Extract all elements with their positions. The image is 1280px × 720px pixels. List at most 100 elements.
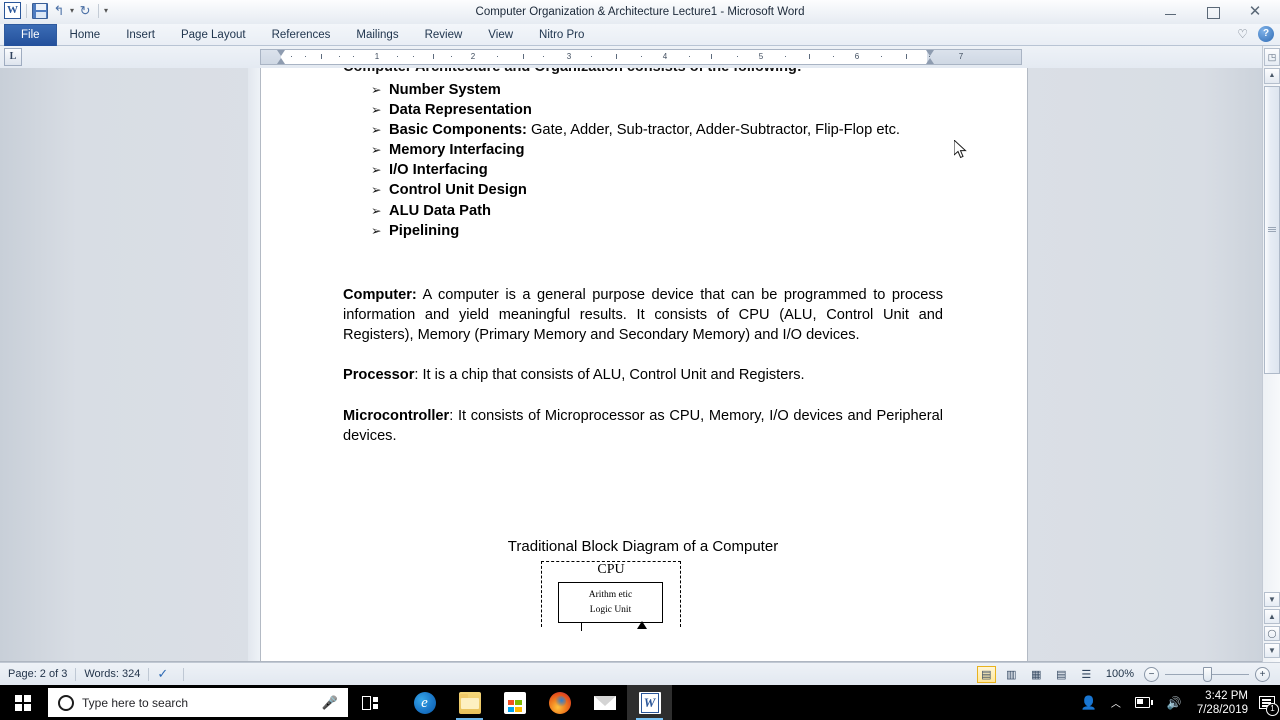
ruler-mark-4: 4 bbox=[662, 52, 668, 61]
taskbar-search[interactable]: Type here to search 🎤 bbox=[48, 688, 348, 717]
tab-file[interactable]: File bbox=[4, 24, 57, 46]
scrollbar-thumb[interactable] bbox=[1264, 86, 1280, 374]
tab-stop-selector[interactable]: L bbox=[4, 48, 22, 66]
ruler-mark-1: 1 bbox=[374, 52, 380, 61]
maximize-button[interactable] bbox=[1202, 3, 1224, 21]
alu-box: Arithm etic Logic Unit bbox=[558, 581, 663, 623]
taskbar-app-mail[interactable] bbox=[582, 685, 627, 720]
view-draft-button[interactable]: ☰ bbox=[1077, 666, 1096, 683]
ruler-area: L 1 2 3 4 5 6 7 bbox=[0, 46, 1280, 68]
tab-insert[interactable]: Insert bbox=[113, 24, 168, 46]
scrollbar-bottom-buttons: ▼ ▲ ◯ ▼ bbox=[1264, 592, 1280, 660]
next-page-button[interactable]: ▼ bbox=[1264, 643, 1280, 658]
ribbon-right-controls: ♡ ? bbox=[1237, 26, 1274, 42]
list-item-label: Memory Interfacing bbox=[389, 142, 525, 159]
select-browse-object-button[interactable]: ◯ bbox=[1264, 626, 1280, 641]
horizontal-ruler[interactable]: 1 2 3 4 5 6 7 bbox=[260, 49, 1022, 65]
vertical-scrollbar[interactable]: ◳ ▲ ▼ ▲ ◯ ▼ bbox=[1262, 46, 1280, 662]
word-count[interactable]: Words: 324 bbox=[76, 663, 148, 686]
list-item: ➢ Memory Interfacing bbox=[343, 140, 943, 160]
window-title: Computer Organization & Architecture Lec… bbox=[475, 6, 805, 18]
list-item-label: I/O Interfacing bbox=[389, 162, 488, 179]
term-computer: Computer: bbox=[343, 286, 417, 303]
document-page[interactable]: Computer Architecture and Organization c… bbox=[260, 68, 1028, 662]
help-icon[interactable]: ? bbox=[1258, 26, 1274, 42]
bullet-arrow-icon: ➢ bbox=[371, 222, 382, 238]
alu-connector-arrow bbox=[637, 620, 647, 629]
zoom-out-button[interactable]: − bbox=[1144, 666, 1159, 682]
screen: W ↰ ▾ ↻ ▾ Computer Organization & Archit… bbox=[0, 0, 1280, 720]
alu-line-2: Logic Unit bbox=[589, 604, 632, 615]
clock[interactable]: 3:42 PM 7/28/2019 bbox=[1189, 685, 1256, 720]
paragraph-processor: Processor: It is a chip that consists of… bbox=[343, 365, 943, 385]
left-indent-marker[interactable] bbox=[277, 50, 286, 64]
proofing-errors-icon[interactable]: ✓ bbox=[157, 666, 175, 682]
zoom-slider-handle[interactable] bbox=[1203, 666, 1212, 682]
page-indicator[interactable]: Page: 2 of 3 bbox=[0, 663, 75, 686]
taskbar-app-store[interactable] bbox=[492, 685, 537, 720]
cpu-label: CPU bbox=[597, 561, 625, 577]
microphone-icon[interactable]: 🎤 bbox=[322, 695, 338, 711]
clipped-heading: Computer Architecture and Organization c… bbox=[343, 68, 943, 78]
list-item-label: Pipelining bbox=[389, 222, 460, 239]
list-item-label: Control Unit Design bbox=[389, 182, 527, 199]
minimize-button[interactable] bbox=[1160, 3, 1182, 21]
clock-date: 7/28/2019 bbox=[1196, 703, 1248, 716]
bullet-arrow-icon: ➢ bbox=[371, 122, 382, 138]
battery-icon[interactable] bbox=[1128, 685, 1160, 720]
view-outline-button[interactable]: ▤ bbox=[1052, 666, 1071, 683]
select-browse-object-icon[interactable]: ◳ bbox=[1264, 48, 1280, 66]
ruler-mark-2: 2 bbox=[470, 52, 476, 61]
right-indent-marker[interactable] bbox=[926, 50, 935, 64]
taskbar-app-edge[interactable]: e bbox=[402, 685, 447, 720]
view-web-layout-button[interactable]: ▦ bbox=[1027, 666, 1046, 683]
chevron-up-icon[interactable]: ︿ bbox=[1104, 685, 1128, 720]
clock-time: 3:42 PM bbox=[1205, 689, 1248, 702]
tab-review[interactable]: Review bbox=[412, 24, 476, 46]
list-item-detail: Gate, Adder, Sub-tractor, Adder-Subtract… bbox=[526, 122, 901, 139]
taskbar-app-firefox[interactable] bbox=[537, 685, 582, 720]
block-diagram: CPU Arithm etic Logic Unit bbox=[343, 560, 943, 631]
notification-center-button[interactable]: 1 bbox=[1256, 685, 1279, 720]
tab-references[interactable]: References bbox=[259, 24, 344, 46]
windows-logo-icon bbox=[15, 694, 31, 711]
bullet-arrow-icon: ➢ bbox=[371, 82, 382, 97]
close-button[interactable]: ✕ bbox=[1244, 3, 1266, 21]
scroll-down-button[interactable]: ▼ bbox=[1264, 592, 1280, 607]
zoom-level[interactable]: 100% bbox=[1102, 668, 1138, 680]
firefox-icon bbox=[548, 692, 571, 714]
tab-mailings[interactable]: Mailings bbox=[343, 24, 411, 46]
bullet-arrow-icon: ➢ bbox=[371, 182, 382, 198]
task-view-icon bbox=[361, 695, 379, 710]
taskbar-app-word[interactable]: W bbox=[627, 685, 672, 720]
previous-page-button[interactable]: ▲ bbox=[1264, 609, 1280, 624]
people-icon[interactable]: 👤 bbox=[1074, 685, 1104, 720]
zoom-slider[interactable] bbox=[1165, 666, 1249, 682]
tab-nitro-pro[interactable]: Nitro Pro bbox=[526, 24, 597, 46]
tab-page-layout[interactable]: Page Layout bbox=[168, 24, 259, 46]
heart-icon[interactable]: ♡ bbox=[1237, 27, 1248, 41]
bullet-arrow-icon: ➢ bbox=[371, 142, 382, 158]
view-full-screen-reading-button[interactable]: ▥ bbox=[1002, 666, 1021, 683]
bullet-arrow-icon: ➢ bbox=[371, 162, 382, 178]
taskbar-app-file-explorer[interactable] bbox=[447, 685, 492, 720]
list-item: ➢ Data Representation bbox=[343, 100, 943, 120]
volume-icon[interactable]: 🔊 bbox=[1160, 685, 1189, 720]
scroll-up-button[interactable]: ▲ bbox=[1264, 68, 1280, 84]
list-item-label: ALU Data Path bbox=[389, 202, 492, 219]
tab-home[interactable]: Home bbox=[57, 24, 114, 46]
view-print-layout-button[interactable]: ▤ bbox=[976, 665, 996, 683]
task-view-button[interactable] bbox=[348, 685, 392, 720]
zoom-in-button[interactable]: + bbox=[1255, 666, 1270, 682]
window-controls: ✕ bbox=[1160, 0, 1276, 24]
cortana-icon[interactable] bbox=[58, 694, 74, 711]
tab-view[interactable]: View bbox=[475, 24, 526, 46]
list-item: ➢ Number System bbox=[343, 80, 943, 100]
document-canvas: Computer Architecture and Organization c… bbox=[0, 68, 1280, 662]
start-button[interactable] bbox=[0, 685, 46, 720]
list-item: ➢ Basic Components: Gate, Adder, Sub-trac… bbox=[343, 120, 943, 140]
list-item-label: Data Representation bbox=[389, 102, 532, 119]
search-input[interactable]: Type here to search bbox=[82, 696, 314, 710]
file-explorer-icon bbox=[458, 692, 481, 714]
list-item: ➢ Pipelining bbox=[343, 221, 943, 241]
